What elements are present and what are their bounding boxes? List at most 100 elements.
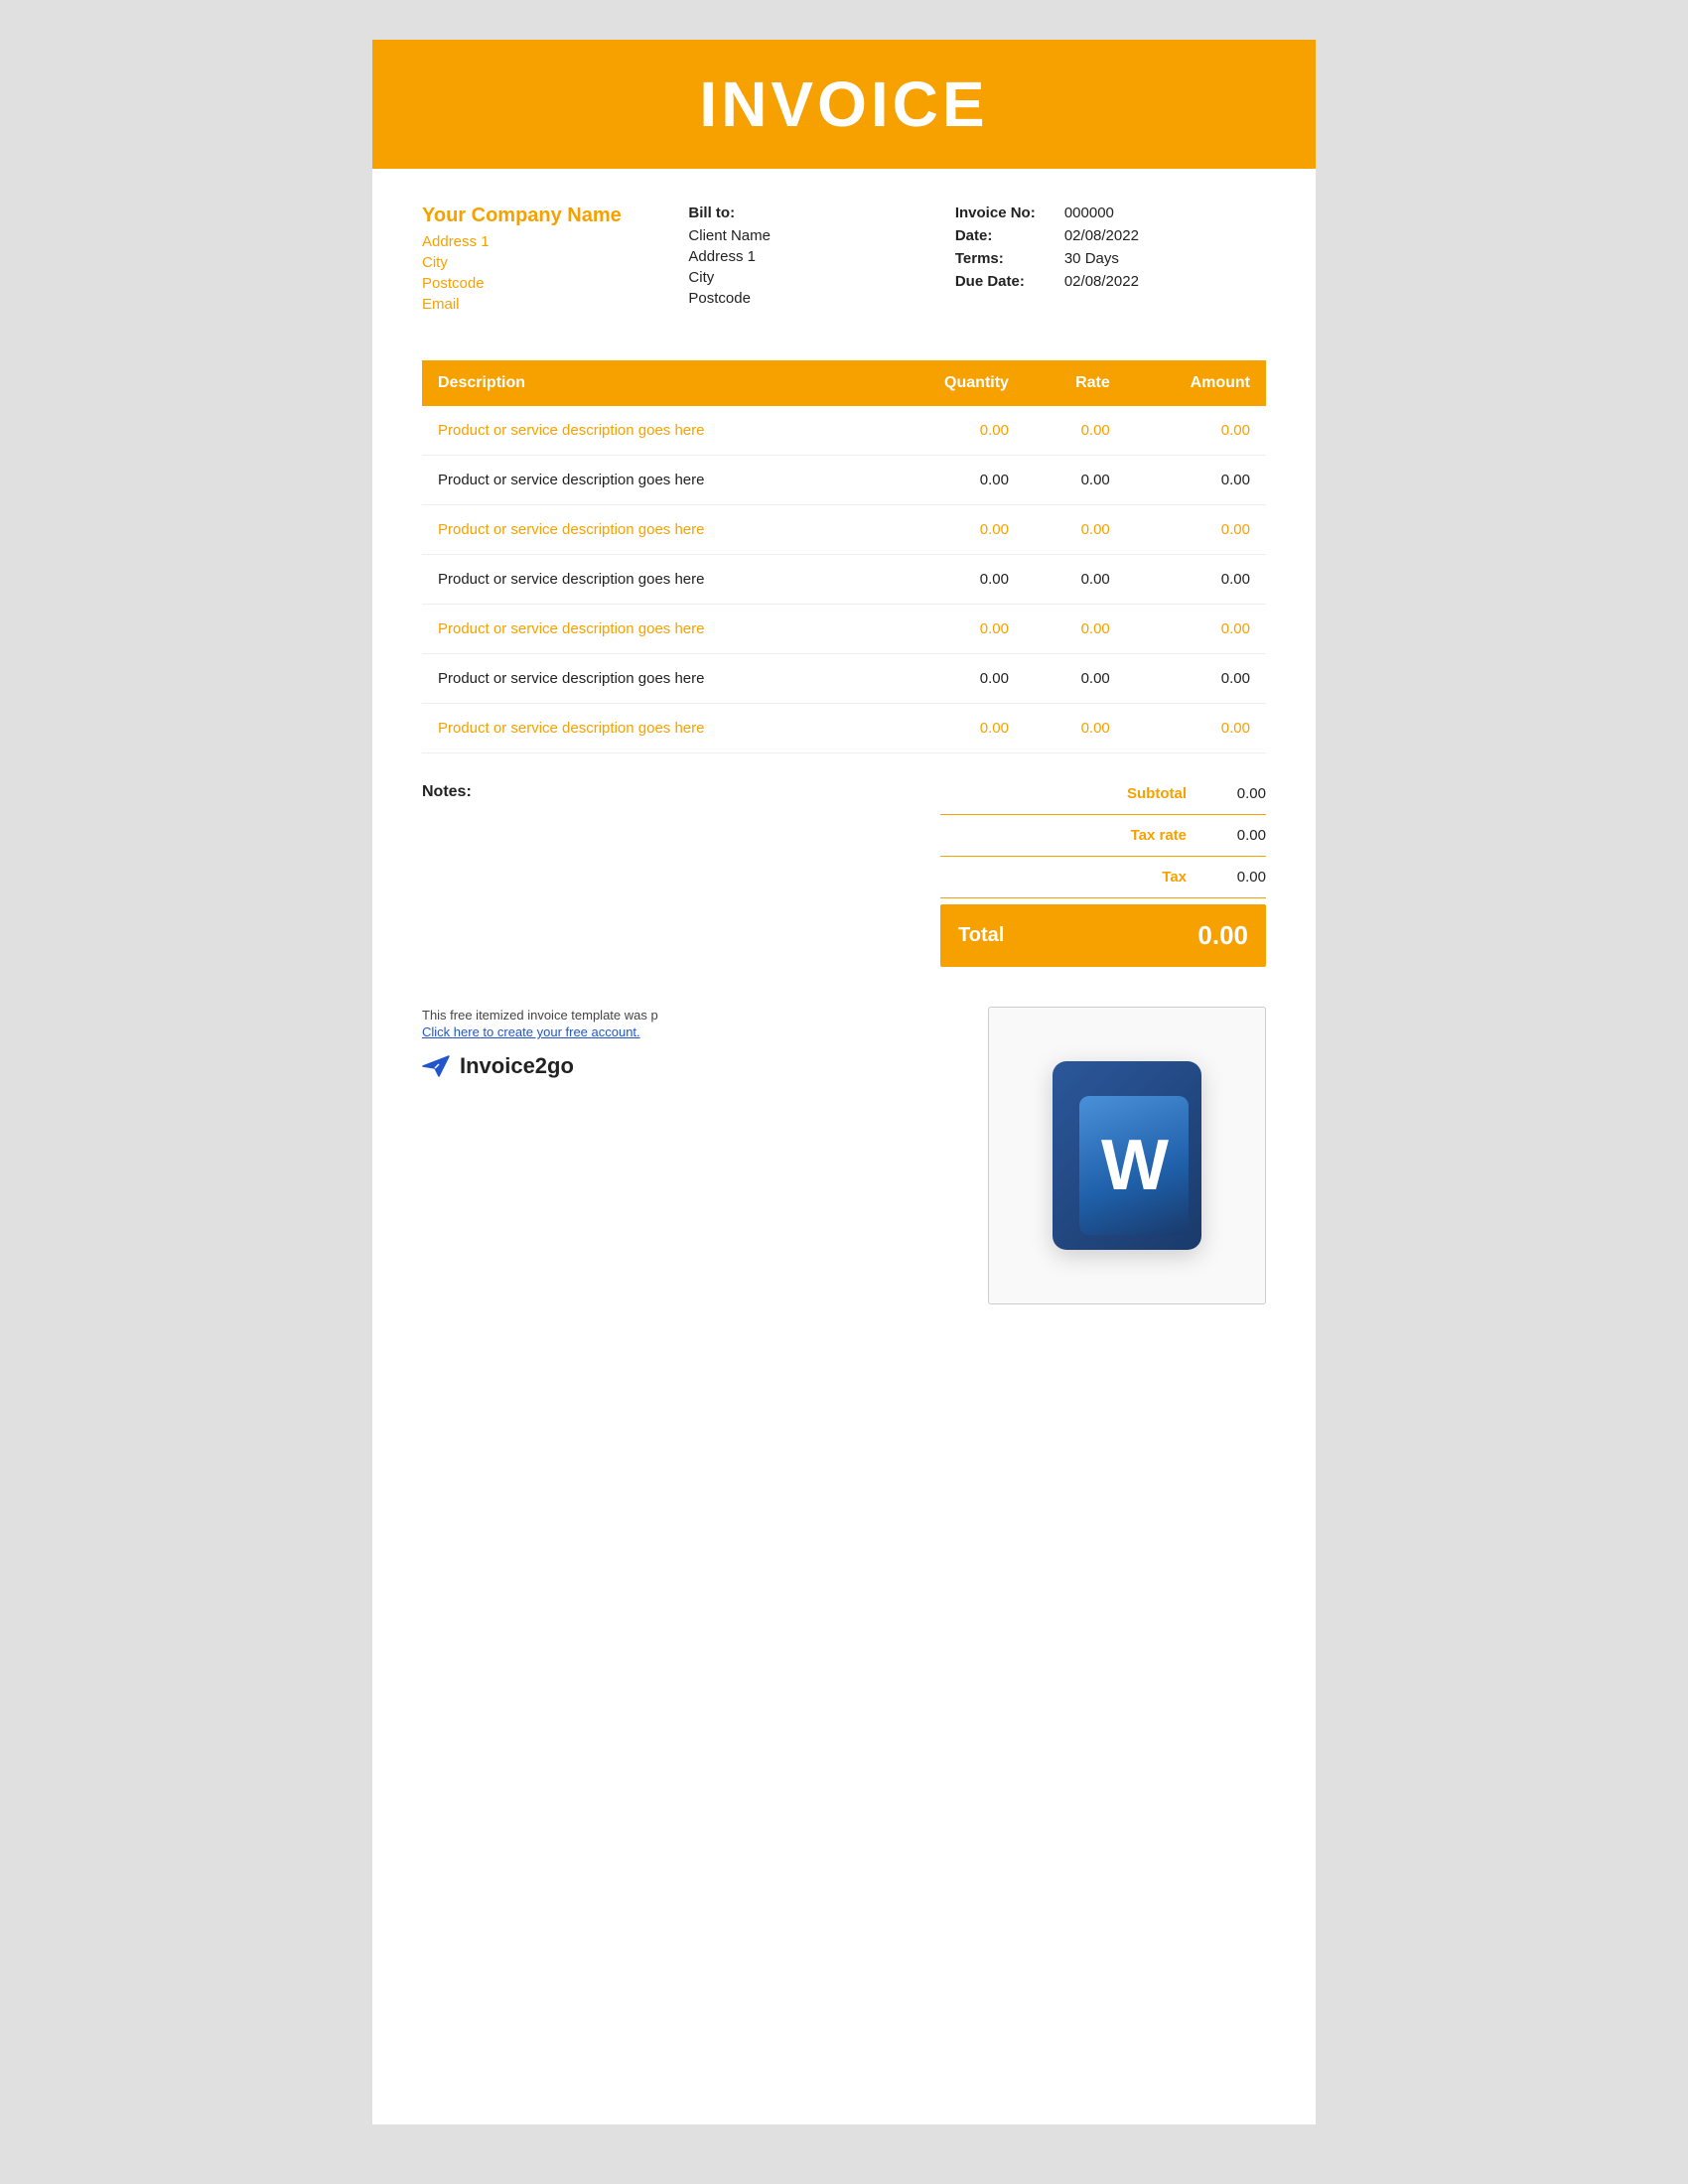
row-rate: 0.00 [1025,704,1126,753]
word-w-letter: W [1101,1130,1167,1201]
row-rate: 0.00 [1025,406,1126,456]
header-banner: INVOICE [372,40,1316,169]
col-rate: Rate [1025,360,1126,406]
brand-name: Invoice2go [460,1053,574,1079]
table-section: Description Quantity Rate Amount Product… [372,360,1316,753]
invoice-page: INVOICE Your Company Name Address 1 City… [372,40,1316,2124]
notes-section: Notes: [422,773,911,967]
due-date-value: 02/08/2022 [1064,273,1139,290]
footer-section: This free itemized invoice template was … [372,977,1316,1324]
subtotal-label: Subtotal [940,785,1206,802]
row-amount: 0.00 [1126,704,1266,753]
invoice-meta: Invoice No: 000000 Date: 02/08/2022 Term… [955,205,1266,317]
due-date-row: Due Date: 02/08/2022 [955,273,1266,290]
table-row: Product or service description goes here… [422,704,1266,753]
tax-label: Tax [940,869,1206,886]
row-amount: 0.00 [1126,456,1266,505]
row-rate: 0.00 [1025,505,1126,555]
word-icon-outer: W [1048,1056,1206,1255]
client-postcode: Postcode [688,290,954,307]
divider-3 [940,897,1266,898]
total-value: 0.00 [1197,920,1248,951]
company-postcode: Postcode [422,275,688,292]
bottom-section: Notes: Subtotal 0.00 Tax rate 0.00 Tax 0… [372,763,1316,967]
terms-row: Terms: 30 Days [955,250,1266,267]
invoice-table: Description Quantity Rate Amount Product… [422,360,1266,753]
company-email: Email [422,296,688,313]
table-header-row: Description Quantity Rate Amount [422,360,1266,406]
invoice-no-label: Invoice No: [955,205,1064,221]
row-description: Product or service description goes here [422,406,878,456]
tax-value: 0.00 [1206,869,1266,886]
row-description: Product or service description goes here [422,505,878,555]
company-info: Your Company Name Address 1 City Postcod… [422,205,688,317]
row-quantity: 0.00 [878,605,1025,654]
row-quantity: 0.00 [878,555,1025,605]
tax-rate-label: Tax rate [940,827,1206,844]
total-bar: Total 0.00 [940,904,1266,967]
totals-section: Subtotal 0.00 Tax rate 0.00 Tax 0.00 Tot… [940,773,1266,967]
client-name: Client Name [688,227,954,244]
row-quantity: 0.00 [878,704,1025,753]
bill-to-label: Bill to: [688,205,954,221]
company-address1: Address 1 [422,233,688,250]
company-name: Your Company Name [422,205,688,227]
row-description: Product or service description goes here [422,704,878,753]
word-icon-overlay: W [988,1007,1266,1304]
bill-to-section: Bill to: Client Name Address 1 City Post… [688,205,954,317]
due-date-label: Due Date: [955,273,1064,290]
table-row: Product or service description goes here… [422,505,1266,555]
info-section: Your Company Name Address 1 City Postcod… [372,169,1316,341]
company-city: City [422,254,688,271]
client-address1: Address 1 [688,248,954,265]
notes-label: Notes: [422,783,472,800]
invoice-title: INVOICE [372,68,1316,141]
tax-rate-value: 0.00 [1206,827,1266,844]
tax-row: Tax 0.00 [940,857,1266,897]
total-label: Total [958,924,1004,947]
col-description: Description [422,360,878,406]
footer-link[interactable]: Click here to create your free account. [422,1024,899,1039]
row-quantity: 0.00 [878,505,1025,555]
row-description: Product or service description goes here [422,654,878,704]
row-rate: 0.00 [1025,555,1126,605]
subtotal-row: Subtotal 0.00 [940,773,1266,814]
tax-rate-row: Tax rate 0.00 [940,815,1266,856]
row-amount: 0.00 [1126,505,1266,555]
invoice2go-brand: Invoice2go [422,1053,899,1079]
row-description: Product or service description goes here [422,555,878,605]
row-amount: 0.00 [1126,555,1266,605]
terms-value: 30 Days [1064,250,1119,267]
date-row: Date: 02/08/2022 [955,227,1266,244]
word-icon-front: W [1079,1096,1189,1235]
col-amount: Amount [1126,360,1266,406]
row-rate: 0.00 [1025,654,1126,704]
word-icon-bg: W [1053,1061,1201,1250]
invoice-no-row: Invoice No: 000000 [955,205,1266,221]
paper-plane-icon [422,1055,450,1077]
table-row: Product or service description goes here… [422,605,1266,654]
row-quantity: 0.00 [878,456,1025,505]
row-quantity: 0.00 [878,654,1025,704]
subtotal-value: 0.00 [1206,785,1266,802]
footer-text: This free itemized invoice template was … [422,1008,658,1023]
row-amount: 0.00 [1126,406,1266,456]
table-row: Product or service description goes here… [422,654,1266,704]
client-city: City [688,269,954,286]
row-rate: 0.00 [1025,605,1126,654]
table-row: Product or service description goes here… [422,555,1266,605]
row-amount: 0.00 [1126,654,1266,704]
table-row: Product or service description goes here… [422,406,1266,456]
terms-label: Terms: [955,250,1064,267]
footer-left: This free itemized invoice template was … [422,1007,899,1079]
date-label: Date: [955,227,1064,244]
date-value: 02/08/2022 [1064,227,1139,244]
row-description: Product or service description goes here [422,605,878,654]
invoice-no-value: 000000 [1064,205,1114,221]
col-quantity: Quantity [878,360,1025,406]
table-row: Product or service description goes here… [422,456,1266,505]
row-description: Product or service description goes here [422,456,878,505]
row-amount: 0.00 [1126,605,1266,654]
row-rate: 0.00 [1025,456,1126,505]
row-quantity: 0.00 [878,406,1025,456]
